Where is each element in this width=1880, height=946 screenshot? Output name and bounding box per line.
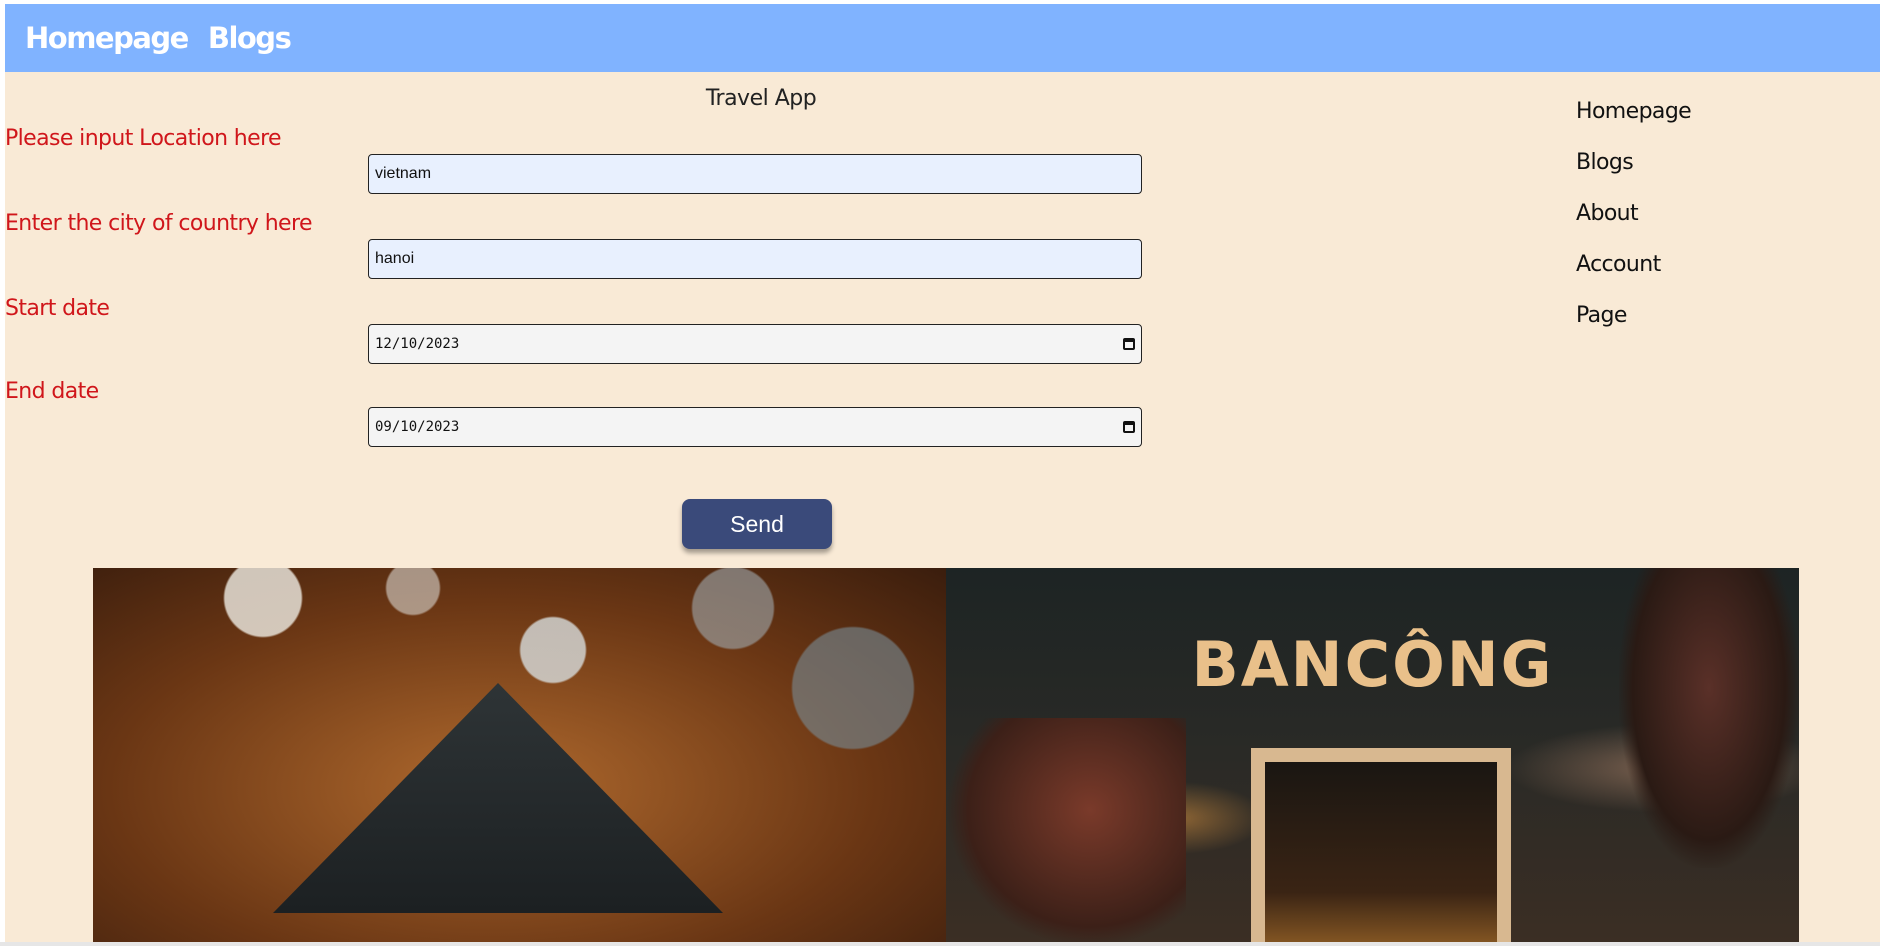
vines-right xyxy=(1619,568,1799,868)
send-button[interactable]: Send xyxy=(682,499,832,549)
start-date-value: 12/10/2023 xyxy=(375,336,460,352)
sidenav-item-homepage[interactable]: Homepage xyxy=(1576,99,1692,150)
location-label: Please input Location here xyxy=(5,126,282,151)
location-input[interactable]: vietnam xyxy=(368,154,1142,194)
photo-storefront: BANCÔNG xyxy=(946,568,1799,942)
conical-hat-shape xyxy=(273,683,723,913)
nav-link-blogs[interactable]: Blogs xyxy=(208,21,292,55)
calendar-icon[interactable] xyxy=(1123,421,1135,433)
calendar-icon[interactable] xyxy=(1123,338,1135,350)
start-date-input[interactable]: 12/10/2023 xyxy=(368,324,1142,364)
sidenav-item-blogs[interactable]: Blogs xyxy=(1576,150,1691,201)
city-input[interactable]: hanoi xyxy=(368,239,1142,279)
photo-conical-hat xyxy=(93,568,946,942)
bottom-edge xyxy=(0,942,1880,946)
end-date-value: 09/10/2023 xyxy=(375,419,460,435)
sidenav-item-about[interactable]: About xyxy=(1576,201,1691,252)
end-date-input[interactable]: 09/10/2023 xyxy=(368,407,1142,447)
city-label: Enter the city of country here xyxy=(5,211,312,236)
storefront-sign: BANCÔNG xyxy=(1191,628,1554,701)
side-nav: Homepage Blogs About Account Page xyxy=(1576,99,1692,354)
vines-left xyxy=(946,718,1186,942)
page: Homepage Blogs Travel App Please input L… xyxy=(5,4,1880,942)
sidenav-item-account[interactable]: Account xyxy=(1576,252,1691,303)
end-date-label: End date xyxy=(5,379,99,404)
top-navbar: Homepage Blogs xyxy=(5,4,1880,72)
storefront-door xyxy=(1251,748,1511,942)
nav-link-homepage[interactable]: Homepage xyxy=(25,21,189,55)
sidenav-item-page[interactable]: Page xyxy=(1576,303,1691,354)
page-title: Travel App xyxy=(705,86,817,111)
start-date-label: Start date xyxy=(5,296,110,321)
